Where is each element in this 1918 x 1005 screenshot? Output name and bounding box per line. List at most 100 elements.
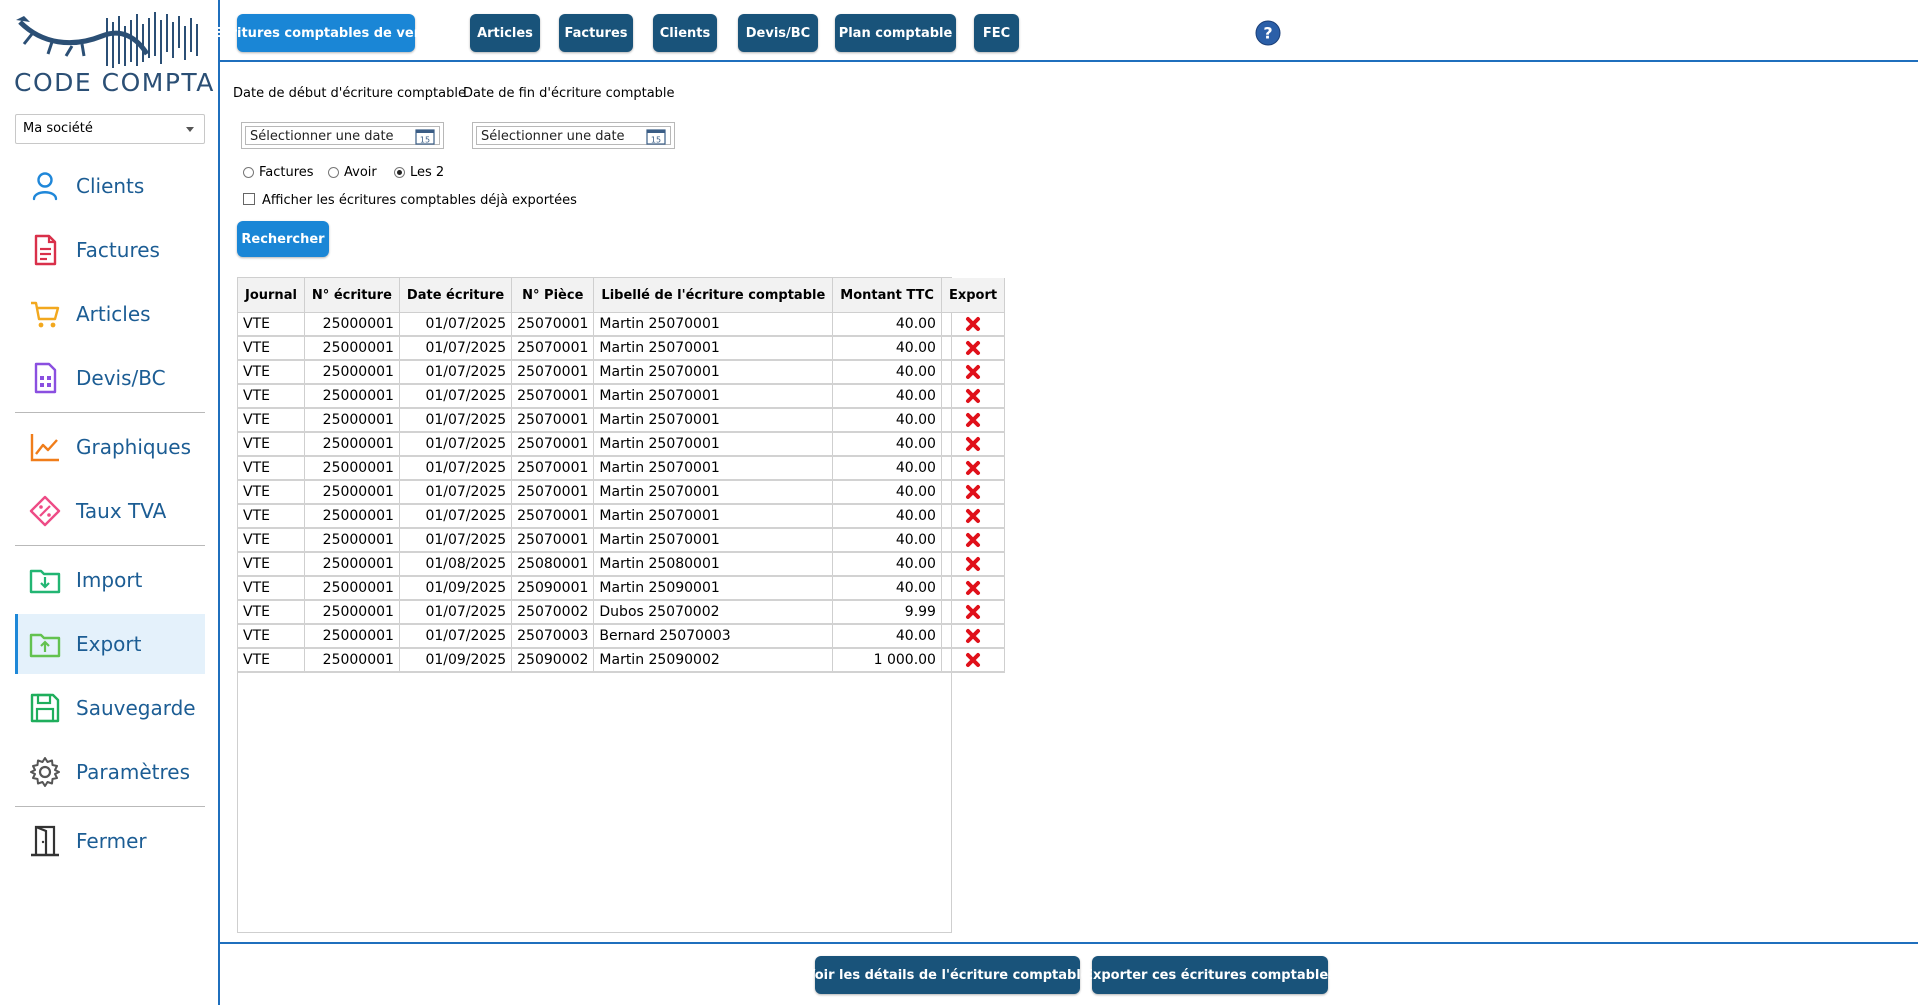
date-start-picker[interactable]: Sélectionner une date 15 (241, 122, 444, 149)
radio-button[interactable] (243, 167, 254, 178)
column-header[interactable]: Montant TTC (832, 278, 942, 313)
view-entry-details-button[interactable]: Voir les détails de l'écriture comptable (805, 956, 1090, 994)
radio-button[interactable] (328, 167, 339, 178)
red-cross-icon (966, 605, 981, 619)
nav-label-export: Export (76, 632, 142, 656)
table-row[interactable]: VTE 25000001 01/07/2025 25070001 Martin 2507… (238, 312, 1006, 337)
red-cross-icon (966, 533, 981, 547)
table-cell: Martin 25090001 (593, 576, 834, 601)
radio-label: Avoir (344, 165, 377, 180)
table-body: VTE 25000001 01/07/2025 25070001 Martin 2507… (238, 312, 1006, 673)
nav-item-parametres[interactable]: Paramètres (15, 742, 205, 802)
column-header[interactable]: Date écriture (399, 278, 513, 313)
date-end-picker[interactable]: Sélectionner une date 15 (472, 122, 675, 149)
table-row[interactable]: VTE 25000001 01/09/2025 25090002 Martin 2509… (238, 648, 1006, 673)
export-entries-button[interactable]: Exporter ces écritures comptables (1084, 956, 1336, 994)
column-header[interactable]: N° Pièce (511, 278, 595, 313)
nav-item-sauvegarde[interactable]: Sauvegarde (15, 678, 205, 738)
table-cell: 40.00 (832, 384, 942, 409)
calendar-day: 15 (420, 136, 430, 145)
export-status-cell (941, 648, 1006, 673)
tab-devis[interactable]: Devis/BC (738, 14, 818, 52)
percent-tag-icon (29, 495, 61, 527)
table-cell: 01/07/2025 (399, 624, 513, 649)
column-header[interactable]: Export (941, 278, 1006, 313)
entries-grid: Journal N° écriture Date écriture N° Piè… (237, 277, 1006, 933)
nav-label-parametres: Paramètres (76, 760, 191, 784)
table-row[interactable]: VTE 25000001 01/07/2025 25070003 Bernard 250… (238, 624, 1006, 649)
red-cross-icon (966, 413, 981, 427)
date-end-label: Date de fin d'écriture comptable (463, 86, 675, 101)
table-cell: 25000001 (304, 624, 400, 649)
table-cell: Martin 25070001 (593, 480, 834, 505)
table-cell: 01/07/2025 (399, 600, 513, 625)
nav-item-articles[interactable]: Articles (15, 284, 205, 344)
column-header[interactable]: Libellé de l'écriture comptable (593, 278, 834, 313)
radio-les-2[interactable]: Les 2 (394, 165, 444, 180)
table-row[interactable]: VTE 25000001 01/07/2025 25070002 Dubos 25070… (238, 600, 1006, 625)
table-cell: 9.99 (832, 600, 942, 625)
table-cell: Martin 25070001 (593, 456, 834, 481)
nav-item-fermer[interactable]: Fermer (15, 811, 205, 871)
red-cross-icon (966, 581, 981, 595)
search-button[interactable]: Rechercher (237, 221, 329, 257)
export-status-cell (941, 624, 1006, 649)
nav-item-devis[interactable]: Devis/BC (15, 348, 205, 408)
radio-button[interactable] (394, 167, 405, 178)
calendar-icon[interactable]: 15 (415, 128, 435, 145)
table-cell: VTE (238, 600, 305, 625)
column-header[interactable]: N° écriture (304, 278, 400, 313)
table-row[interactable]: VTE 25000001 01/07/2025 25070001 Martin 2507… (238, 408, 1006, 433)
table-cell: 1 000.00 (832, 648, 942, 673)
nav-item-export[interactable]: Export (15, 614, 205, 674)
radio-avoir[interactable]: Avoir (328, 165, 377, 180)
tab-clients[interactable]: Clients (653, 14, 717, 52)
nav-divider (15, 806, 205, 807)
table-cell: 25000001 (304, 480, 400, 505)
table-row[interactable]: VTE 25000001 01/07/2025 25070001 Martin 2507… (238, 480, 1006, 505)
export-status-cell (941, 552, 1006, 577)
nav-item-clients[interactable]: Clients (15, 156, 205, 216)
show-exported-checkbox[interactable] (243, 193, 255, 205)
table-cell: 25000001 (304, 360, 400, 385)
table-cell: Martin 25090002 (593, 648, 834, 673)
table-cell: VTE (238, 336, 305, 361)
table-row[interactable]: VTE 25000001 01/08/2025 25080001 Martin 2508… (238, 552, 1006, 577)
table-row[interactable]: VTE 25000001 01/07/2025 25070001 Martin 2507… (238, 336, 1006, 361)
tab-plan-comptable[interactable]: Plan comptable (835, 14, 956, 52)
table-row[interactable]: VTE 25000001 01/07/2025 25070001 Martin 2507… (238, 528, 1006, 553)
column-header[interactable]: Journal (238, 278, 305, 313)
table-cell: Martin 25070001 (593, 360, 834, 385)
tab-ecritures-vente[interactable]: Ecritures comptables de vente (214, 14, 438, 52)
calendar-icon[interactable]: 15 (646, 128, 666, 145)
tab-fec[interactable]: FEC (974, 14, 1019, 52)
date-end-input[interactable]: Sélectionner une date (476, 126, 671, 145)
help-icon[interactable]: ? (1255, 20, 1281, 46)
table-cell: 25000001 (304, 432, 400, 457)
table-row[interactable]: VTE 25000001 01/09/2025 25090001 Martin 2509… (238, 576, 1006, 601)
table-row[interactable]: VTE 25000001 01/07/2025 25070001 Martin 2507… (238, 456, 1006, 481)
cart-icon (31, 301, 60, 328)
user-icon (32, 172, 58, 201)
tab-factures[interactable]: Factures (559, 14, 633, 52)
table-row[interactable]: VTE 25000001 01/07/2025 25070001 Martin 2507… (238, 432, 1006, 457)
table-row[interactable]: VTE 25000001 01/07/2025 25070001 Martin 2507… (238, 384, 1006, 409)
radio-factures[interactable]: Factures (243, 165, 314, 180)
date-start-input[interactable]: Sélectionner une date (245, 126, 440, 145)
table-cell: 40.00 (832, 624, 942, 649)
nav-item-graphiques[interactable]: Graphiques (15, 417, 205, 477)
export-status-cell (941, 528, 1006, 553)
table-row[interactable]: VTE 25000001 01/07/2025 25070001 Martin 2507… (238, 360, 1006, 385)
tab-articles[interactable]: Articles (470, 14, 540, 52)
nav-item-taux-tva[interactable]: Taux TVA (15, 481, 205, 541)
table-cell: VTE (238, 312, 305, 337)
nav-item-import[interactable]: Import (15, 550, 205, 610)
company-select[interactable]: Ma société (15, 114, 205, 144)
table-cell: Martin 25080001 (593, 552, 834, 577)
folder-export-icon (29, 633, 61, 658)
table-cell: 25070001 (511, 384, 595, 409)
nav-item-factures[interactable]: Factures (15, 220, 205, 280)
red-cross-icon (966, 509, 981, 523)
table-cell: 40.00 (832, 480, 942, 505)
table-row[interactable]: VTE 25000001 01/07/2025 25070001 Martin 2507… (238, 504, 1006, 529)
